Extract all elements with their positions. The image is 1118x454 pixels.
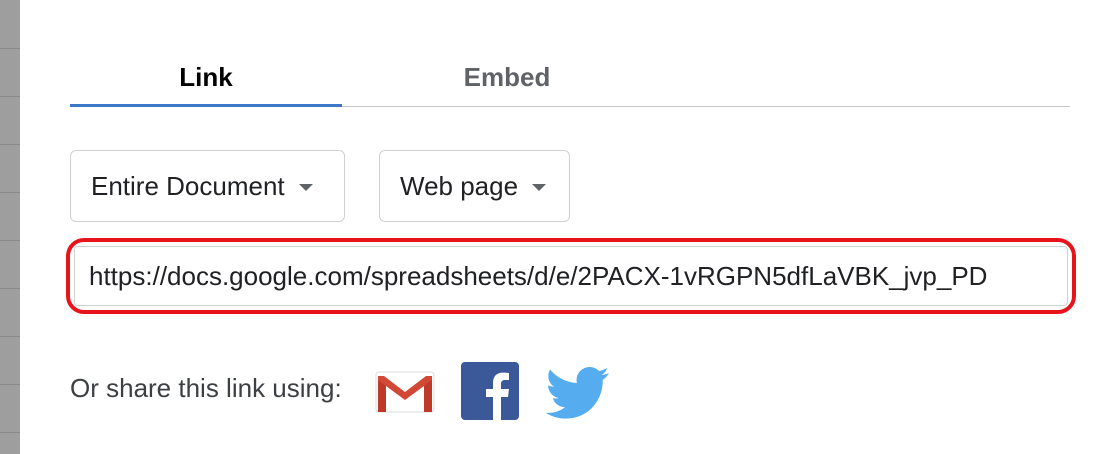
- url-highlight-outline: [66, 238, 1076, 314]
- tab-embed[interactable]: Embed: [342, 48, 672, 106]
- scope-dropdown-value: Entire Document: [91, 170, 285, 201]
- chevron-down-icon: [532, 183, 547, 191]
- facebook-icon[interactable]: [461, 362, 519, 420]
- published-url-field[interactable]: [74, 246, 1068, 306]
- publish-dialog: Link Embed Entire Document Web page Or s…: [0, 0, 1118, 454]
- active-tab-indicator: [70, 104, 342, 107]
- share-label: Or share this link using:: [70, 373, 342, 403]
- gmail-icon[interactable]: [374, 368, 436, 416]
- format-dropdown-value: Web page: [400, 170, 519, 201]
- spreadsheet-background: [0, 0, 20, 454]
- tab-bar: Link Embed: [70, 48, 1070, 108]
- twitter-icon[interactable]: [545, 366, 611, 420]
- chevron-down-icon: [298, 183, 313, 191]
- tab-link[interactable]: Link: [70, 48, 342, 106]
- format-dropdown[interactable]: Web page: [379, 150, 570, 222]
- scope-dropdown[interactable]: Entire Document: [70, 150, 345, 222]
